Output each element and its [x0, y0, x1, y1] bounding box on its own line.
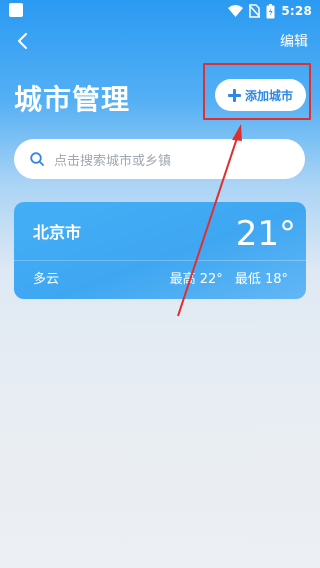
city-temperature: 21° — [235, 214, 296, 254]
plus-icon — [227, 88, 241, 102]
add-city-button[interactable]: 添加城市 — [215, 79, 306, 111]
city-high-temp: 最高 22° — [169, 272, 223, 287]
city-temp-range: 最高 22° 最低 18° — [170, 268, 288, 287]
search-icon — [30, 152, 44, 166]
no-sim-icon — [249, 4, 261, 18]
city-card[interactable]: 北京市 21° 多云 最高 22° 最低 18° — [14, 202, 306, 299]
add-city-label: 添加城市 — [244, 88, 293, 103]
chevron-left-icon — [18, 33, 27, 49]
edit-button[interactable]: 编辑 — [280, 31, 308, 51]
battery-icon — [266, 3, 275, 18]
city-name: 北京市 — [33, 223, 82, 242]
status-time: 5:28 — [281, 4, 312, 18]
status-icons: 5:28 — [228, 2, 312, 20]
search-placeholder: 点击搜索城市或乡镇 — [54, 153, 172, 169]
back-button[interactable] — [12, 30, 34, 52]
wifi-icon — [228, 5, 244, 17]
status-bar: 5:28 — [0, 0, 320, 24]
city-low-temp: 最低 18° — [234, 272, 288, 287]
app-square-icon — [9, 3, 23, 17]
page-title: 城市管理 — [14, 83, 131, 116]
city-condition: 多云 — [33, 272, 60, 287]
search-input[interactable]: 点击搜索城市或乡镇 — [14, 139, 305, 179]
